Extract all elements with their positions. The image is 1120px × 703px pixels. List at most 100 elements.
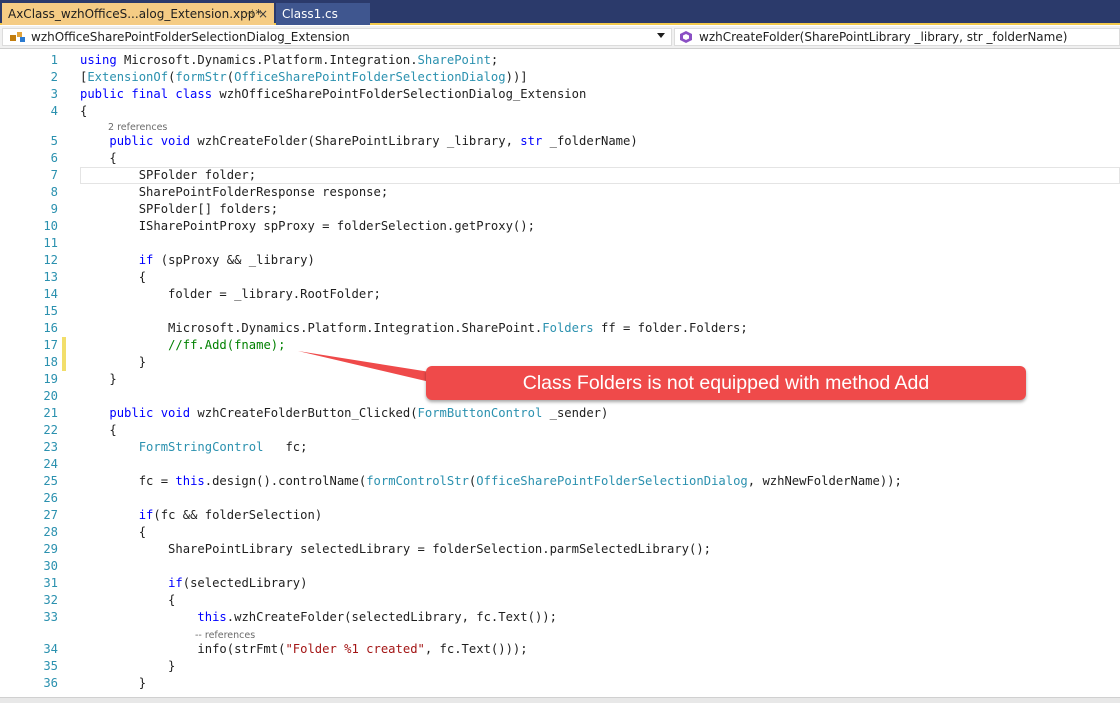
- code-line[interactable]: 36 }: [0, 675, 1120, 692]
- class-icon: [10, 32, 25, 42]
- code-token: public void: [109, 134, 198, 148]
- code-line[interactable]: 6 {: [0, 150, 1120, 167]
- line-number: 29: [43, 542, 58, 556]
- code-line[interactable]: 12 if (spProxy && _library): [0, 252, 1120, 269]
- code-token: "Folder %1 created": [285, 642, 425, 656]
- code-token: SharePoint: [417, 53, 491, 67]
- code-line[interactable]: 15: [0, 303, 1120, 320]
- tab-label: AxClass_wzhOfficeS...alog_Extension.xpp*: [8, 7, 262, 21]
- code-text: SharePointLibrary selectedLibrary = fold…: [80, 541, 711, 558]
- line-number: 33: [43, 610, 58, 624]
- code-line[interactable]: 13 {: [0, 269, 1120, 286]
- code-token: }: [80, 676, 147, 690]
- code-line[interactable]: 4{: [0, 103, 1120, 120]
- code-line[interactable]: 34 info(strFmt("Folder %1 created", fc.T…: [0, 641, 1120, 658]
- code-line[interactable]: 32 {: [0, 592, 1120, 609]
- code-line[interactable]: 16 Microsoft.Dynamics.Platform.Integrati…: [0, 320, 1120, 337]
- line-number: 36: [43, 676, 58, 690]
- code-text: {: [80, 422, 116, 439]
- code-line[interactable]: 11: [0, 235, 1120, 252]
- code-token: }: [80, 355, 147, 369]
- code-line[interactable]: 28 {: [0, 524, 1120, 541]
- line-number: 20: [43, 389, 58, 403]
- code-token: FormButtonControl: [417, 406, 543, 420]
- code-line[interactable]: 8 SharePointFolderResponse response;: [0, 184, 1120, 201]
- code-text: }: [80, 658, 175, 675]
- code-token: public final class: [80, 87, 220, 101]
- codelens-references[interactable]: 2 references: [108, 122, 167, 133]
- code-line[interactable]: 29 SharePointLibrary selectedLibrary = f…: [0, 541, 1120, 558]
- code-line[interactable]: 30: [0, 558, 1120, 575]
- code-line[interactable]: 22 {: [0, 422, 1120, 439]
- tab-axclass-extension[interactable]: AxClass_wzhOfficeS...alog_Extension.xpp*…: [2, 3, 274, 25]
- line-number: 18: [43, 355, 58, 369]
- navigation-bar: wzhOfficeSharePointFolderSelectionDialog…: [0, 26, 1120, 49]
- chevron-down-icon[interactable]: [657, 33, 665, 38]
- code-text: if(selectedLibrary): [80, 575, 307, 592]
- code-line[interactable]: 25 fc = this.design().controlName(formCo…: [0, 473, 1120, 490]
- code-line[interactable]: 3 public final class wzhOfficeSharePointF…: [0, 86, 1120, 103]
- annotation-callout: Class Folders is not equipped with metho…: [426, 366, 1026, 400]
- line-number: 28: [43, 525, 58, 539]
- code-token: //ff.Add(fname);: [168, 338, 286, 352]
- code-text: ISharePointProxy spProxy = folderSelecti…: [80, 218, 535, 235]
- class-name: wzhOfficeSharePointFolderSelectionDialog…: [31, 30, 350, 44]
- line-number: 26: [43, 491, 58, 505]
- pin-icon[interactable]: ⊣: [244, 3, 254, 25]
- code-line[interactable]: 17 //ff.Add(fname);: [0, 337, 1120, 354]
- code-line[interactable]: 14 folder = _library.RootFolder;: [0, 286, 1120, 303]
- code-line[interactable]: 24: [0, 456, 1120, 473]
- member-dropdown[interactable]: wzhCreateFolder(SharePointLibrary _libra…: [674, 28, 1120, 46]
- code-token: folder = _library.RootFolder;: [80, 287, 381, 301]
- line-number: 30: [43, 559, 58, 573]
- line-number: 27: [43, 508, 58, 522]
- code-line[interactable]: 33 this.wzhCreateFolder(selectedLibrary,…: [0, 609, 1120, 626]
- code-text: if(fc && folderSelection): [80, 507, 322, 524]
- code-text: SharePointFolderResponse response;: [80, 184, 389, 201]
- code-token: Folders: [542, 321, 594, 335]
- tab-class1-cs[interactable]: Class1.cs: [276, 3, 370, 25]
- code-line[interactable]: 7 SPFolder folder;: [0, 167, 1120, 184]
- line-number: 19: [43, 372, 58, 386]
- code-line[interactable]: 31 if(selectedLibrary): [0, 575, 1120, 592]
- close-icon[interactable]: ×: [258, 3, 268, 25]
- code-token: ExtensionOf: [87, 70, 169, 84]
- code-token: ff = folder.Folders;: [593, 321, 748, 335]
- code-line[interactable]: 35 }: [0, 658, 1120, 675]
- code-token: .wzhCreateFolder(selectedLibrary, fc.Tex…: [226, 610, 557, 624]
- code-line[interactable]: 23 FormStringControl fc;: [0, 439, 1120, 456]
- code-text: fc = this.design().controlName(formContr…: [80, 473, 902, 490]
- line-number: 2: [50, 70, 58, 84]
- code-text: {: [80, 524, 146, 541]
- line-number: 10: [43, 219, 58, 233]
- code-line[interactable]: 9 SPFolder[] folders;: [0, 201, 1120, 218]
- code-token: ))]: [505, 70, 528, 84]
- code-text: [ExtensionOf(formStr(OfficeSharePointFol…: [80, 69, 528, 86]
- code-token: }: [80, 659, 176, 673]
- class-dropdown[interactable]: wzhOfficeSharePointFolderSelectionDialog…: [2, 28, 672, 46]
- code-token: _sender): [542, 406, 609, 420]
- code-line[interactable]: 1 using Microsoft.Dynamics.Platform.Integ…: [0, 52, 1120, 69]
- line-number: 5: [50, 134, 58, 148]
- line-number: 16: [43, 321, 58, 335]
- line-number: 15: [43, 304, 58, 318]
- code-line[interactable]: 2 [ExtensionOf(formStr(OfficeSharePointFo…: [0, 69, 1120, 86]
- code-line[interactable]: 21 public void wzhCreateFolderButton_Cli…: [0, 405, 1120, 422]
- code-line[interactable]: 10 ISharePointProxy spProxy = folderSele…: [0, 218, 1120, 235]
- code-line[interactable]: 5 public void wzhCreateFolder(SharePoint…: [0, 133, 1120, 150]
- code-token: SPFolder[] folders;: [80, 202, 279, 216]
- horizontal-scrollbar[interactable]: [0, 697, 1120, 703]
- code-line[interactable]: 27 if(fc && folderSelection): [0, 507, 1120, 524]
- code-text: Microsoft.Dynamics.Platform.Integration.…: [80, 320, 748, 337]
- codelens-references[interactable]: -- references: [195, 630, 255, 641]
- line-number: 4: [50, 104, 58, 118]
- document-tab-strip: AxClass_wzhOfficeS...alog_Extension.xpp*…: [0, 0, 1120, 25]
- line-number: 34: [43, 642, 58, 656]
- code-line[interactable]: 26: [0, 490, 1120, 507]
- code-text: folder = _library.RootFolder;: [80, 286, 381, 303]
- code-token: {: [80, 104, 88, 118]
